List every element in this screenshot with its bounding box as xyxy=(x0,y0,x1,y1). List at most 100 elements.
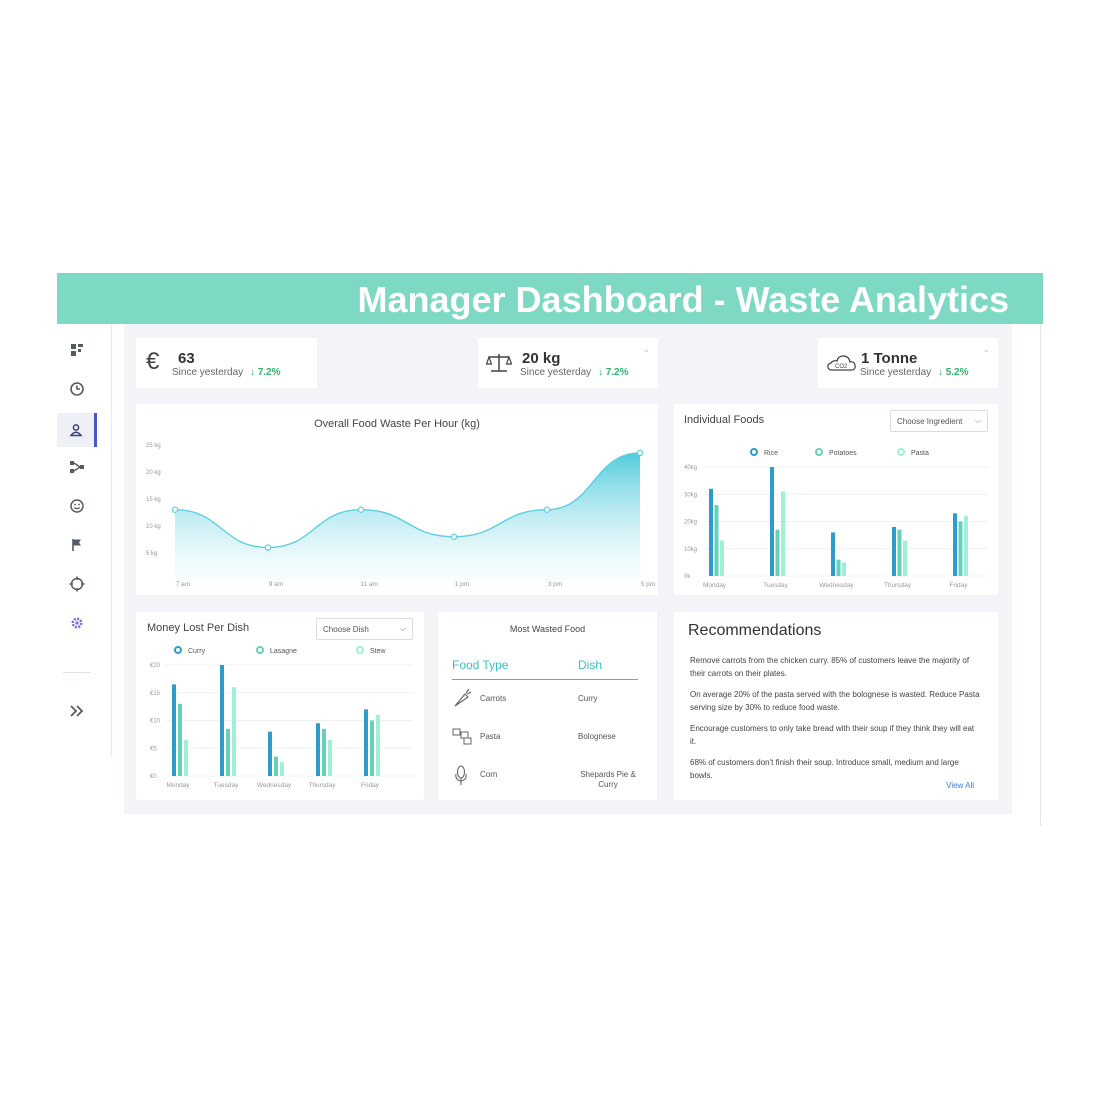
y-tick-label: €20 xyxy=(150,663,161,669)
bar xyxy=(842,562,846,576)
bar xyxy=(964,516,968,576)
bar xyxy=(220,665,224,776)
stat-card-emissions[interactable]: CO2 1 Tonne Since yesterday ↓ 5.2% ⌄ xyxy=(818,338,998,388)
bar xyxy=(370,720,374,776)
dish-dropdown[interactable]: Choose Dish ⌵ xyxy=(316,618,413,640)
x-tick-label: Monday xyxy=(166,782,190,789)
recommendation-item: 68% of customers don't finish their soup… xyxy=(690,758,959,780)
data-point xyxy=(450,533,458,540)
chart-title: Overall Food Waste Per Hour (kg) xyxy=(314,418,480,430)
recommendation-item: Remove carrots from the chicken curry. 8… xyxy=(690,656,970,678)
table-divider xyxy=(452,679,638,680)
bar xyxy=(953,513,957,576)
chevron-down-icon[interactable]: ⌄ xyxy=(642,344,650,355)
legend-marker xyxy=(174,646,182,654)
legend-label: Rice xyxy=(764,450,778,457)
stat-card-weight[interactable]: 20 kg Since yesterday ↓ 7.2% ⌄ xyxy=(478,338,658,388)
double-chevron-right-icon xyxy=(70,705,84,717)
ingredient-dropdown[interactable]: Choose Ingredient ⌵ xyxy=(890,410,988,432)
corn-icon xyxy=(455,765,467,785)
legend-label: Curry xyxy=(188,648,206,655)
sidebar-item-flow[interactable] xyxy=(57,452,97,482)
pasta-icon xyxy=(452,728,472,745)
bar xyxy=(775,529,780,576)
euro-icon: € xyxy=(146,348,160,374)
svg-text:CO2: CO2 xyxy=(835,364,848,370)
data-point xyxy=(636,449,644,457)
x-tick-label: Wednesday xyxy=(819,582,854,589)
bar xyxy=(836,559,841,576)
y-tick-label: 20kg xyxy=(684,520,697,526)
dropdown-value: Choose Dish xyxy=(323,624,369,634)
sidebar-item-history[interactable] xyxy=(57,374,97,404)
sidebar-expand-button[interactable] xyxy=(57,696,97,726)
recommendations-card: Recommendations Remove carrots from the … xyxy=(674,612,998,800)
stat-value: 20 kg xyxy=(522,350,561,367)
x-tick-label: Tuesday xyxy=(763,582,788,589)
data-point xyxy=(264,544,272,551)
sidebar-item-reports[interactable] xyxy=(57,530,97,560)
legend-label: Pasta xyxy=(911,450,929,457)
view-all-link[interactable]: View All xyxy=(946,781,974,790)
stat-card-cost[interactable]: € 63 Since yesterday ↓ 7.2% xyxy=(136,338,317,388)
bar xyxy=(364,709,368,776)
card-title: Most Wasted Food xyxy=(509,624,586,634)
bar xyxy=(720,540,724,576)
legend-marker xyxy=(750,448,758,456)
data-point xyxy=(171,506,179,513)
dish-name: Bolognese xyxy=(578,732,616,741)
y-tick-label: 10 kg xyxy=(146,524,161,530)
dish-name: Shepards Pie & Curry xyxy=(580,770,636,789)
card-title: Money Lost Per Dish xyxy=(147,622,250,634)
bar xyxy=(274,756,278,776)
y-tick-label: 15 kg xyxy=(146,497,161,503)
stat-label: Since yesterday ↓ 7.2% xyxy=(520,367,629,378)
bar xyxy=(226,728,230,776)
column-header-food: Food Type xyxy=(452,658,509,672)
y-tick-label: 40kg xyxy=(684,465,697,471)
most-wasted-card: Most Wasted Food Food Type Dish Carrots … xyxy=(438,612,657,800)
x-tick-label: 11 am xyxy=(360,581,378,588)
settings-icon xyxy=(71,617,83,629)
smiley-icon xyxy=(70,499,84,513)
legend-marker xyxy=(897,448,905,456)
stat-value: 1 Tonne xyxy=(861,350,918,367)
target-icon xyxy=(69,576,85,592)
sidebar-item-dashboard[interactable] xyxy=(57,335,97,365)
money-lost-chart: Curry Lasagne Stew €20 €15 €10 €5 €0 Monday Tuesd… xyxy=(150,646,414,789)
bar xyxy=(958,521,963,576)
co2-cloud-icon: CO2 xyxy=(827,355,856,371)
y-tick-label: €15 xyxy=(150,691,161,697)
sidebar-item-targets[interactable] xyxy=(57,569,97,599)
bar xyxy=(709,488,713,576)
flag-icon xyxy=(72,539,81,551)
chevron-down-icon: ⌵ xyxy=(399,624,406,633)
x-tick-label: 7 am xyxy=(176,581,190,588)
recommendation-item: On average 20% of the pasta served with … xyxy=(690,690,980,712)
x-tick-label: 1 pm xyxy=(455,581,469,588)
window-edge xyxy=(1040,324,1041,826)
header-banner: Manager Dashboard - Waste Analytics xyxy=(57,273,1043,324)
overall-waste-chart: Overall Food Waste Per Hour (kg) 25 kg 20 … xyxy=(146,418,655,588)
y-tick-label: €10 xyxy=(150,719,161,725)
y-tick-label: 5 kg xyxy=(146,551,157,557)
area-fill xyxy=(175,452,640,580)
bar xyxy=(328,739,332,776)
chevron-down-icon[interactable]: ⌄ xyxy=(982,344,990,355)
sidebar-item-users[interactable] xyxy=(57,413,97,447)
data-point xyxy=(543,506,551,513)
legend-marker xyxy=(815,448,823,456)
bar xyxy=(184,739,188,776)
clock-icon xyxy=(70,382,84,396)
data-point xyxy=(357,506,365,513)
sidebar-item-settings[interactable] xyxy=(57,608,97,638)
sidebar-item-feedback[interactable] xyxy=(57,491,97,521)
dropdown-value: Choose Ingredient xyxy=(897,416,963,426)
dashboard-icon xyxy=(71,344,83,356)
x-tick-label: 9 am xyxy=(269,581,283,588)
legend-marker xyxy=(356,646,364,654)
bar xyxy=(172,684,176,776)
chevron-down-icon: ⌵ xyxy=(974,416,981,425)
x-tick-label: Thursday xyxy=(884,582,912,589)
bar xyxy=(268,731,272,776)
